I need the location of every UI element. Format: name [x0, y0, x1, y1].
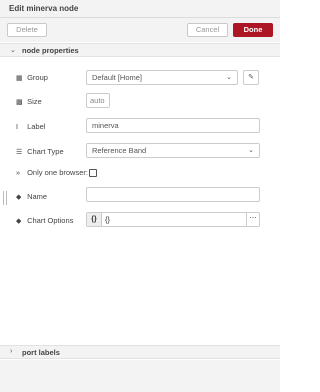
chevron-down-icon: ⌄ — [226, 74, 232, 81]
size-button[interactable]: auto — [86, 93, 110, 108]
size-label: ▩ Size — [16, 97, 42, 106]
chart-options-value: {} — [105, 215, 111, 224]
section-port-labels[interactable]: › port labels — [0, 345, 280, 359]
chevron-right-icon: › — [10, 348, 13, 355]
only-one-browser-label: » Only one browser: — [16, 168, 88, 177]
section-label: node properties — [22, 46, 79, 55]
label-label: I Label — [16, 122, 46, 131]
fast-forward-icon: » — [16, 170, 20, 177]
group-label: ▦ Group — [16, 73, 48, 82]
chart-options-label: ◆ Chart Options — [16, 216, 74, 225]
name-label: ◆ Name — [16, 192, 48, 201]
delete-button[interactable]: Delete — [7, 23, 47, 37]
tray-title: Edit minerva node — [9, 4, 79, 13]
table-icon: ▦ — [16, 75, 23, 82]
only-one-browser-checkbox[interactable] — [89, 169, 97, 177]
properties-panel: ▦ Group Default [Home] ⌄ ✎ ▩ Size auto I… — [0, 58, 280, 344]
resize-handle[interactable] — [3, 191, 7, 205]
tag-icon: ◆ — [16, 194, 22, 201]
chart-type-label: ☰ Chart Type — [16, 147, 64, 156]
label-input[interactable]: minerva — [86, 118, 260, 133]
pencil-icon: ✎ — [248, 74, 254, 81]
group-select-value: Default [Home] — [92, 73, 143, 82]
chart-options-input[interactable]: {} {} ⋯ — [86, 212, 260, 227]
done-button[interactable]: Done — [233, 23, 273, 37]
group-select[interactable]: Default [Home] ⌄ — [86, 70, 238, 85]
text-cursor-icon: I — [16, 124, 18, 131]
chevron-down-icon: ⌄ — [248, 147, 254, 154]
name-input[interactable] — [86, 187, 260, 202]
chart-type-value: Reference Band — [92, 146, 147, 155]
grid-icon: ▩ — [16, 99, 23, 106]
chart-type-select[interactable]: Reference Band ⌄ — [86, 143, 260, 158]
tag-icon: ◆ — [16, 218, 22, 225]
section-node-properties[interactable]: ⌄ node properties — [0, 43, 280, 57]
tray-footer — [0, 360, 280, 392]
edit-group-button[interactable]: ✎ — [243, 70, 259, 85]
list-icon: ☰ — [16, 149, 23, 156]
tray-header: Edit minerva node — [0, 0, 280, 18]
section-label: port labels — [22, 348, 60, 357]
ellipsis-icon[interactable]: ⋯ — [246, 213, 259, 226]
tray-toolbar: Delete Cancel Done — [0, 18, 280, 42]
json-type-badge: {} — [87, 213, 102, 226]
chevron-down-icon: ⌄ — [10, 47, 16, 54]
cancel-button[interactable]: Cancel — [187, 23, 228, 37]
